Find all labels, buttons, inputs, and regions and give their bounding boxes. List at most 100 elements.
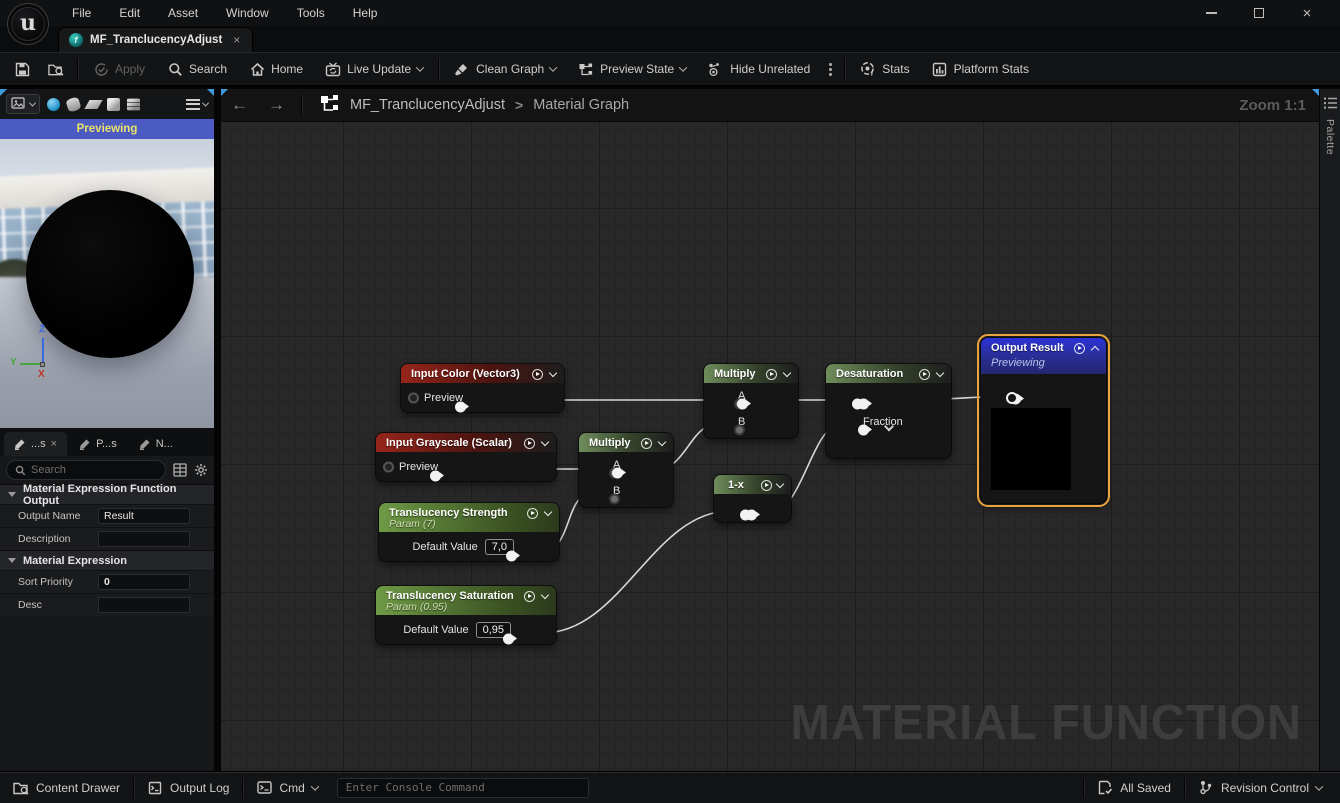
nav-back-icon[interactable]: ←	[221, 95, 258, 115]
breadcrumb-current[interactable]: Material Graph	[533, 97, 629, 113]
preview-play-icon[interactable]	[766, 369, 777, 380]
node-header[interactable]: Input Color (Vector3)	[401, 364, 564, 383]
input-pin-preview[interactable]	[408, 392, 419, 403]
node-header[interactable]: Multiply	[704, 364, 798, 383]
description-field[interactable]	[98, 531, 190, 547]
output-log-button[interactable]: Output Log	[134, 772, 242, 803]
clean-graph-button[interactable]: Clean Graph	[443, 53, 567, 85]
console-command-input[interactable]	[337, 778, 589, 798]
output-pin[interactable]	[506, 550, 517, 561]
menu-window[interactable]: Window	[212, 0, 283, 26]
tab-node[interactable]: N...	[129, 432, 183, 456]
chevron-down-icon[interactable]	[658, 438, 666, 446]
chevron-down-icon[interactable]	[541, 438, 549, 446]
preview-play-icon[interactable]	[761, 480, 772, 491]
preview-output-pin[interactable]	[1006, 392, 1018, 404]
menu-file[interactable]: File	[58, 0, 105, 26]
node-translucency-strength[interactable]: Translucency Strength Param (7) Default …	[379, 503, 559, 561]
node-multiply-2[interactable]: Multiply A B	[579, 433, 673, 507]
preview-play-icon[interactable]	[527, 508, 538, 519]
preview-play-icon[interactable]	[919, 369, 930, 380]
node-header[interactable]: Output Result	[981, 338, 1106, 354]
platform-stats-button[interactable]: Platform Stats	[921, 53, 1040, 85]
desc-field[interactable]	[98, 597, 190, 613]
input-pin-fraction[interactable]	[858, 424, 869, 435]
output-pin[interactable]	[455, 401, 466, 412]
node-multiply-1[interactable]: Multiply A B	[704, 364, 798, 438]
minimize-icon[interactable]	[1194, 2, 1228, 24]
revision-control-button[interactable]: Revision Control	[1185, 772, 1340, 803]
output-pin[interactable]	[430, 470, 441, 481]
wire-saturation-to-oneminusx[interactable]	[543, 511, 729, 633]
sort-priority-field[interactable]	[98, 574, 190, 590]
preview-shape-cylinder-icon[interactable]	[65, 96, 81, 112]
preview-shape-custom-mesh-icon[interactable]	[127, 98, 140, 111]
viewport-options-button[interactable]	[6, 94, 40, 114]
chevron-down-icon[interactable]	[776, 480, 784, 488]
apply-button[interactable]: Apply	[82, 53, 156, 85]
preview-play-icon[interactable]	[524, 438, 535, 449]
unreal-logo-icon[interactable]: u	[7, 3, 49, 45]
home-button[interactable]: Home	[238, 53, 314, 85]
menu-tools[interactable]: Tools	[283, 0, 339, 26]
tab-details[interactable]: ...s ×	[4, 432, 67, 456]
preview-state-button[interactable]: Preview State	[567, 53, 697, 85]
details-search-input[interactable]	[31, 464, 157, 476]
menu-asset[interactable]: Asset	[154, 0, 212, 26]
cmd-selector[interactable]: Cmd	[243, 772, 330, 803]
chevron-down-icon[interactable]	[541, 591, 549, 599]
tab-parameters[interactable]: P...s	[69, 432, 127, 456]
save-button[interactable]	[0, 53, 39, 85]
live-update-button[interactable]: Live Update	[314, 53, 434, 85]
details-search-box[interactable]	[6, 460, 166, 480]
node-one-minus-x[interactable]: 1-x	[714, 475, 791, 522]
all-saved-button[interactable]: All Saved	[1084, 772, 1184, 803]
tab-mf-tranclucencyadjust[interactable]: f MF_TranclucencyAdjust ×	[58, 27, 253, 52]
close-icon[interactable]: ×	[1290, 2, 1324, 24]
breadcrumb-asset[interactable]: MF_TranclucencyAdjust	[350, 97, 505, 113]
preview-shape-sphere-icon[interactable]	[47, 98, 60, 111]
preview-play-icon[interactable]	[524, 591, 535, 602]
content-drawer-button[interactable]: Content Drawer	[0, 772, 133, 803]
hide-unrelated-options-icon[interactable]	[821, 63, 840, 76]
stats-button[interactable]: i Stats	[849, 53, 920, 85]
input-pin-preview[interactable]	[383, 461, 394, 472]
output-name-field[interactable]	[98, 508, 190, 524]
viewport-menu-button[interactable]	[186, 99, 208, 110]
input-pin-b[interactable]	[609, 493, 620, 504]
search-button[interactable]: Search	[156, 53, 238, 85]
node-header[interactable]: Translucency Saturation Param (0.95)	[376, 586, 556, 615]
section-material-expression-function-output[interactable]: Material Expression Function Output	[0, 484, 214, 504]
node-header[interactable]: Translucency Strength Param (7)	[379, 503, 559, 532]
output-pin[interactable]	[852, 398, 863, 409]
menu-help[interactable]: Help	[339, 0, 392, 26]
output-pin[interactable]	[740, 509, 751, 520]
node-output-result[interactable]: Output Result Previewing	[981, 338, 1106, 503]
node-translucency-saturation[interactable]: Translucency Saturation Param (0.95) Def…	[376, 586, 556, 644]
section-material-expression[interactable]: Material Expression	[0, 550, 214, 570]
display-filter-icon[interactable]	[172, 463, 187, 478]
preview-shape-plane-icon[interactable]	[84, 99, 102, 108]
preview-play-icon[interactable]	[532, 369, 543, 380]
preview-viewport[interactable]: Z Y X	[0, 139, 214, 428]
hide-unrelated-button[interactable]: Hide Unrelated	[697, 53, 821, 85]
node-desaturation[interactable]: Desaturation Fraction	[826, 364, 951, 458]
node-header[interactable]: Input Grayscale (Scalar)	[376, 433, 556, 452]
menu-edit[interactable]: Edit	[105, 0, 154, 26]
node-input-grayscale[interactable]: Input Grayscale (Scalar) Preview	[376, 433, 556, 481]
settings-gear-icon[interactable]	[193, 463, 208, 478]
preview-shape-cube-icon[interactable]	[107, 98, 120, 111]
palette-sidebar-tab[interactable]: Palette	[1319, 89, 1340, 771]
maximize-icon[interactable]	[1242, 2, 1276, 24]
node-header[interactable]: Multiply	[579, 433, 673, 452]
output-pin[interactable]	[612, 467, 623, 478]
nav-forward-icon[interactable]: →	[258, 95, 295, 115]
chevron-down-icon[interactable]	[783, 369, 791, 377]
chevron-up-icon[interactable]	[1091, 345, 1099, 353]
chevron-down-icon[interactable]	[549, 369, 557, 377]
output-pin[interactable]	[503, 633, 514, 644]
node-header[interactable]: Desaturation	[826, 364, 951, 383]
preview-play-icon[interactable]	[641, 438, 652, 449]
tab-close-icon[interactable]: ×	[51, 438, 57, 450]
chevron-down-icon[interactable]	[936, 369, 944, 377]
